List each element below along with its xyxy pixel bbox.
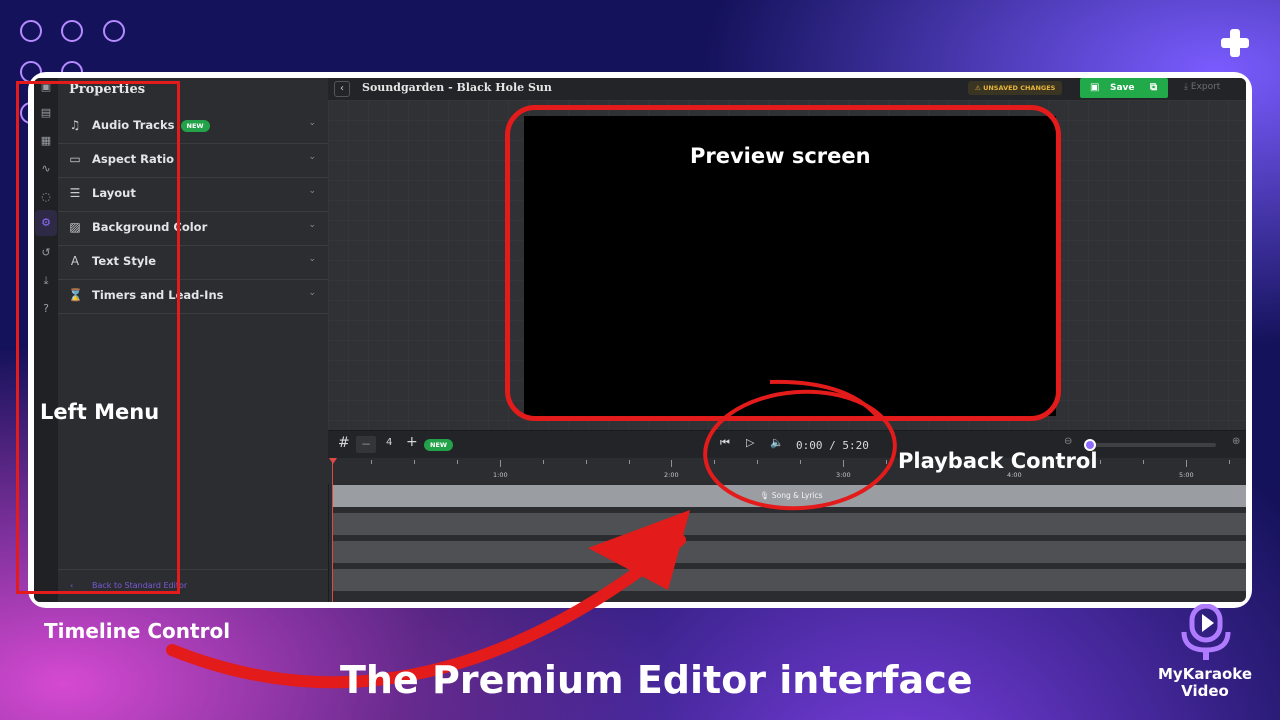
- ruler-tick: [757, 460, 758, 464]
- left-menu-highlight-box: [16, 81, 180, 594]
- skip-back-icon[interactable]: ⏮: [720, 436, 730, 450]
- play-icon[interactable]: ▷: [746, 436, 754, 449]
- chevron-down-icon: ⌄: [308, 152, 316, 162]
- microphone-icon: 🎙: [760, 491, 772, 500]
- left-menu-annotation: Left Menu: [40, 400, 160, 424]
- ruler-tick: [629, 460, 630, 464]
- chevron-down-icon: ⌄: [308, 288, 316, 298]
- unsaved-changes-badge: ⚠ UNSAVED CHANGES: [968, 81, 1063, 95]
- save-button[interactable]: ▣ Save ⧉: [1080, 78, 1168, 98]
- ruler-tick: [886, 460, 887, 464]
- playback-control-annotation: Playback Control: [898, 449, 1098, 473]
- empty-track[interactable]: [332, 541, 1246, 563]
- save-label: Save: [1110, 83, 1135, 93]
- export-icon: ⤓: [1184, 82, 1191, 92]
- ruler-tick: [457, 460, 458, 464]
- save-icon: ▣: [1090, 82, 1100, 93]
- ruler-tick: [543, 460, 544, 464]
- zoom-slider-track[interactable]: [1086, 443, 1216, 447]
- ruler-tick: [414, 460, 415, 464]
- decor-circle: [103, 20, 125, 42]
- plus-icon: [1221, 29, 1249, 57]
- karaoke-mic-logo-icon: [1181, 604, 1231, 660]
- ruler-label: 3:00: [836, 471, 851, 479]
- preview-screen-annotation: Preview screen: [690, 144, 871, 168]
- brand-name: MyKaraoke Video: [1157, 665, 1253, 700]
- back-button[interactable]: ‹: [334, 81, 350, 97]
- ruler-label: 1:00: [493, 471, 508, 479]
- decor-circle: [20, 20, 42, 42]
- chevron-down-icon: ⌄: [308, 186, 316, 196]
- ruler-tick: [500, 460, 501, 467]
- timeline-toolbar: # − 4 + NEW ⏮ ▷ 🔈 0:00 / 5:20 ⊖ ⊕: [328, 430, 1246, 459]
- zoom-minus-button[interactable]: −: [356, 436, 376, 453]
- empty-track[interactable]: [332, 513, 1246, 535]
- ruler-tick: [843, 460, 844, 467]
- ruler-tick: [1186, 460, 1187, 467]
- editor-header: ‹ Soundgarden - Black Hole Sun ⚠ UNSAVED…: [328, 78, 1246, 100]
- timeline-ruler[interactable]: 1:00 2:00 3:00 4:00 5:00: [328, 458, 1246, 484]
- ruler-tick: [1229, 460, 1230, 464]
- song-lyrics-track[interactable]: 🎙 Song & Lyrics: [332, 485, 1246, 507]
- chevron-down-icon: ⌄: [308, 220, 316, 230]
- playhead-handle[interactable]: [329, 458, 337, 464]
- zoom-in-icon[interactable]: ⊕: [1232, 436, 1240, 447]
- time-display: 0:00 / 5:20: [796, 439, 869, 452]
- export-label: Export: [1190, 82, 1221, 92]
- project-title: Soundgarden - Black Hole Sun: [362, 81, 552, 94]
- timeline-control-annotation: Timeline Control: [44, 619, 231, 643]
- ruler-label: 2:00: [664, 471, 679, 479]
- new-badge: NEW: [424, 439, 454, 451]
- new-badge: NEW: [180, 119, 210, 132]
- grid-icon[interactable]: #: [338, 435, 350, 451]
- chevron-down-icon: ⌄: [308, 118, 316, 128]
- ruler-tick: [671, 460, 672, 467]
- copy-icon[interactable]: ⧉: [1150, 82, 1157, 93]
- playhead[interactable]: [332, 460, 333, 602]
- zoom-plus-button[interactable]: +: [406, 434, 418, 450]
- track-label: Song & Lyrics: [771, 491, 823, 500]
- ruler-tick: [1143, 460, 1144, 464]
- decor-circle: [61, 20, 83, 42]
- headline: The Premium Editor interface: [340, 658, 973, 702]
- ruler-tick: [371, 460, 372, 464]
- ruler-tick: [714, 460, 715, 464]
- ruler-tick: [586, 460, 587, 464]
- volume-icon[interactable]: 🔈: [770, 436, 784, 449]
- ruler-tick: [1100, 460, 1101, 464]
- ruler-tick: [800, 460, 801, 464]
- warning-icon: ⚠: [975, 84, 984, 92]
- export-button[interactable]: ⤓ Export: [1184, 82, 1220, 92]
- ruler-label: 5:00: [1179, 471, 1194, 479]
- zoom-value: 4: [386, 437, 393, 448]
- unsaved-label: UNSAVED CHANGES: [983, 84, 1056, 92]
- zoom-out-icon[interactable]: ⊖: [1064, 436, 1072, 447]
- chevron-down-icon: ⌄: [308, 254, 316, 264]
- empty-track[interactable]: [332, 569, 1246, 591]
